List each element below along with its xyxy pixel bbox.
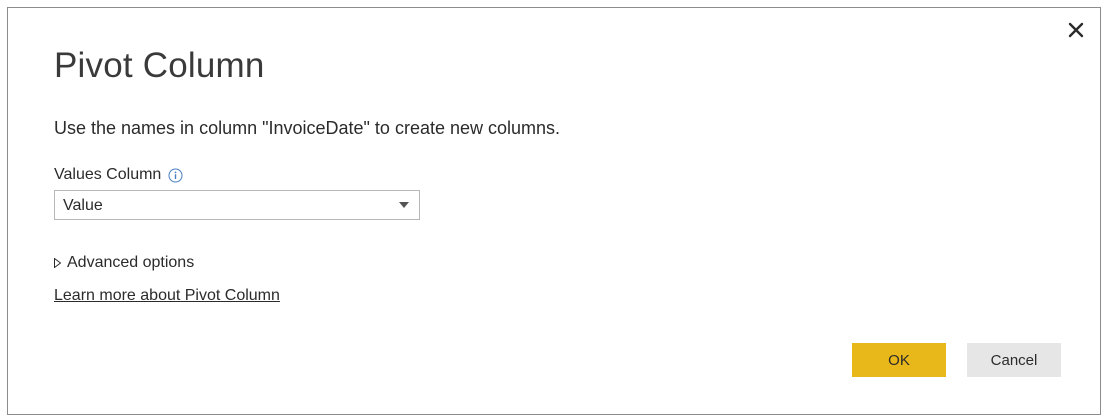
values-column-label-row: Values Column <box>54 166 183 184</box>
chevron-down-icon <box>399 202 409 208</box>
info-icon[interactable] <box>168 168 183 183</box>
values-column-label: Values Column <box>54 166 162 183</box>
pivot-column-dialog: Pivot Column Use the names in column "In… <box>7 7 1101 415</box>
cancel-button[interactable]: Cancel <box>967 343 1061 377</box>
cancel-button-label: Cancel <box>990 351 1038 369</box>
dialog-description: Use the names in column "InvoiceDate" to… <box>54 118 561 138</box>
ok-button-label: OK <box>888 351 910 369</box>
values-column-selected: Value <box>63 197 103 214</box>
learn-more-link[interactable]: Learn more about Pivot Column <box>54 287 280 305</box>
triangle-right-icon <box>54 258 61 268</box>
advanced-options-toggle[interactable]: Advanced options <box>54 254 194 272</box>
advanced-options-label: Advanced options <box>67 254 195 271</box>
close-icon <box>1064 18 1088 42</box>
close-button[interactable] <box>1064 18 1088 42</box>
values-column-dropdown[interactable]: Value <box>54 190 420 220</box>
ok-button[interactable]: OK <box>852 343 946 377</box>
dialog-title: Pivot Column <box>54 46 265 85</box>
